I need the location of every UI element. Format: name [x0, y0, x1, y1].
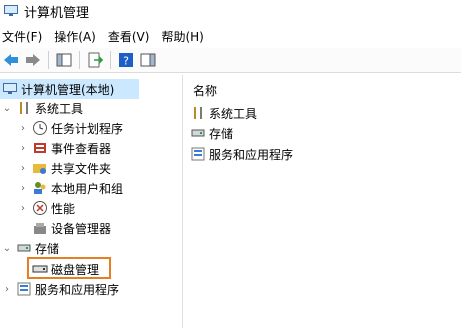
tools-icon [190, 105, 206, 121]
performance-icon [32, 200, 48, 216]
show-hide-action-pane-icon[interactable] [139, 51, 157, 69]
tree-item-performance[interactable]: › 性能 [18, 198, 75, 218]
chevron-down-icon[interactable]: ⌄ [2, 103, 12, 114]
list-item-label: 系统工具 [209, 106, 258, 121]
chevron-right-icon[interactable]: › [18, 203, 28, 214]
menu-file[interactable]: 文件(F) [0, 28, 48, 45]
help-icon[interactable]: ? [117, 51, 135, 69]
svg-text:?: ? [123, 55, 129, 68]
tree-item-label: 存储 [35, 241, 60, 256]
menu-bar: 文件(F) 操作(A) 查看(V) 帮助(H) [0, 26, 461, 46]
tree-item-label: 计算机管理(本地) [21, 82, 115, 97]
tree-item-label: 任务计划程序 [51, 121, 124, 136]
chevron-down-icon[interactable]: ⌄ [2, 243, 12, 254]
show-hide-tree-icon[interactable] [55, 51, 73, 69]
export-list-icon[interactable] [86, 51, 104, 69]
window-title: 计算机管理 [24, 5, 90, 21]
tree-item-system-tools[interactable]: ⌄ 系统工具 [2, 98, 83, 118]
tree-item-services-apps[interactable]: › 服务和应用程序 [2, 279, 119, 299]
list-item-system-tools[interactable]: 系统工具 [190, 104, 257, 122]
tree-item-label: 设备管理器 [51, 221, 112, 236]
services-icon [190, 146, 206, 162]
chevron-right-icon[interactable]: › [18, 123, 28, 134]
storage-icon [16, 240, 32, 256]
chevron-right-icon[interactable]: › [18, 163, 28, 174]
tools-icon [16, 100, 32, 116]
tree-item-label: 性能 [51, 201, 76, 216]
clock-icon [32, 120, 48, 136]
toolbar: ? [0, 48, 461, 73]
tree-item-task-scheduler[interactable]: › 任务计划程序 [18, 118, 123, 138]
toolbar-separator [48, 51, 49, 69]
column-header-name[interactable]: 名称 [193, 82, 217, 99]
computer-management-icon [2, 81, 18, 97]
toolbar-separator [79, 51, 80, 69]
tree-item-label: 系统工具 [35, 101, 84, 116]
tree-item-label: 服务和应用程序 [35, 282, 120, 297]
list-item-services-apps[interactable]: 服务和应用程序 [190, 145, 293, 163]
list-item-storage[interactable]: 存储 [190, 124, 233, 142]
shared-folder-icon [32, 160, 48, 176]
tree-item-shared-folders[interactable]: › 共享文件夹 [18, 158, 111, 178]
back-arrow-icon[interactable] [2, 51, 20, 69]
chevron-right-icon[interactable]: › [18, 183, 28, 194]
title-bar: 计算机管理 [0, 0, 461, 22]
storage-icon [190, 125, 206, 141]
device-manager-icon [32, 220, 48, 236]
menu-help[interactable]: 帮助(H) [155, 28, 209, 45]
chevron-right-icon[interactable]: › [2, 284, 12, 295]
tree-item-storage[interactable]: ⌄ 存储 [2, 238, 59, 258]
tree-item-device-manager[interactable]: 设备管理器 [32, 218, 111, 238]
tree-item-root[interactable]: 计算机管理(本地) [0, 79, 139, 99]
toolbar-separator [110, 51, 111, 69]
menu-view[interactable]: 查看(V) [102, 28, 156, 45]
services-icon [16, 281, 32, 297]
tree-item-label: 事件查看器 [51, 141, 112, 156]
event-viewer-icon [32, 140, 48, 156]
tree-item-event-viewer[interactable]: › 事件查看器 [18, 138, 111, 158]
users-icon [32, 180, 48, 196]
tree-item-local-users[interactable]: › 本地用户和组 [18, 178, 123, 198]
list-item-label: 存储 [209, 126, 234, 141]
tree-item-label: 本地用户和组 [51, 181, 124, 196]
chevron-right-icon[interactable]: › [18, 143, 28, 154]
menu-action[interactable]: 操作(A) [48, 28, 102, 45]
forward-arrow-icon[interactable] [24, 51, 42, 69]
computer-management-icon [4, 5, 18, 17]
tree-item-label: 共享文件夹 [51, 161, 112, 176]
highlight-box [27, 257, 111, 279]
list-item-label: 服务和应用程序 [209, 147, 294, 162]
